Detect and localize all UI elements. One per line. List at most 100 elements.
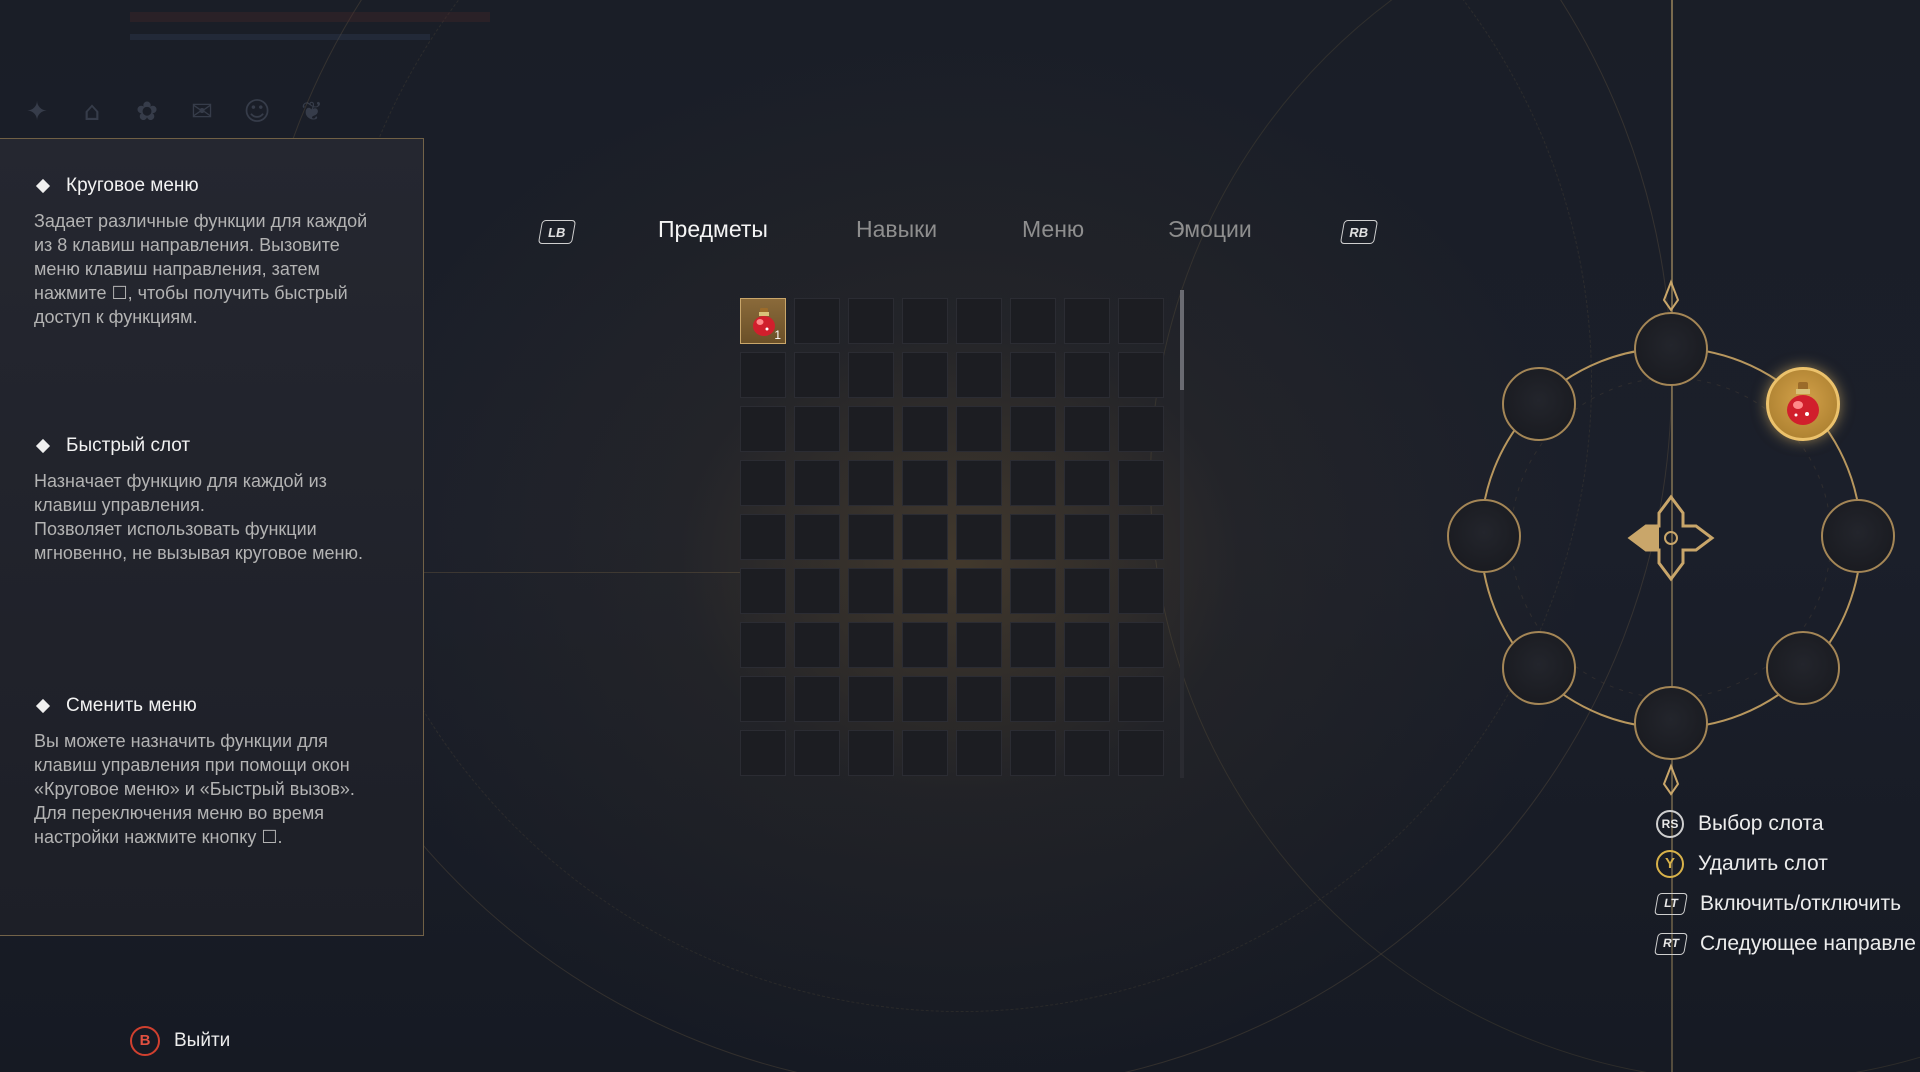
grid-scrollbar[interactable]	[1180, 290, 1184, 778]
grid-slot[interactable]	[740, 676, 786, 722]
grid-slot[interactable]	[1118, 676, 1164, 722]
grid-slot[interactable]	[848, 298, 894, 344]
grid-slot[interactable]	[902, 406, 948, 452]
grid-slot[interactable]	[956, 676, 1002, 722]
grid-slot[interactable]	[956, 622, 1002, 668]
exit-button[interactable]: B Выйти	[130, 1026, 230, 1056]
grid-slot[interactable]	[956, 514, 1002, 560]
control-hint-toggle[interactable]: LT Включить/отключить	[1654, 884, 1920, 924]
grid-slot[interactable]: 1	[740, 298, 786, 344]
grid-slot[interactable]	[1118, 460, 1164, 506]
grid-slot[interactable]	[794, 730, 840, 776]
grid-slot[interactable]	[902, 514, 948, 560]
lb-button[interactable]: LB	[537, 220, 577, 244]
grid-slot[interactable]	[956, 730, 1002, 776]
tab-menu[interactable]: Меню	[1022, 216, 1084, 243]
tab-emotes[interactable]: Эмоции	[1168, 216, 1252, 243]
grid-slot[interactable]	[956, 406, 1002, 452]
control-hint-next-direction[interactable]: RT Следующее направле	[1654, 924, 1920, 964]
control-label: Включить/отключить	[1700, 892, 1902, 915]
grid-slot[interactable]	[794, 298, 840, 344]
grid-slot[interactable]	[740, 406, 786, 452]
hud-bar	[130, 12, 490, 22]
radial-slot-left[interactable]	[1447, 499, 1521, 573]
scroll-thumb[interactable]	[1180, 290, 1184, 390]
grid-slot[interactable]	[740, 514, 786, 560]
grid-slot[interactable]	[902, 298, 948, 344]
grid-slot[interactable]	[1010, 352, 1056, 398]
grid-slot[interactable]	[794, 568, 840, 614]
grid-slot[interactable]	[848, 352, 894, 398]
tab-skills[interactable]: Навыки	[856, 216, 937, 243]
grid-slot[interactable]	[1064, 568, 1110, 614]
hud-home-icon: ⌂	[83, 97, 101, 127]
grid-slot[interactable]	[1010, 514, 1056, 560]
grid-slot[interactable]	[848, 568, 894, 614]
rb-button[interactable]: RB	[1339, 220, 1379, 244]
grid-slot[interactable]	[1010, 622, 1056, 668]
radial-slot-down-left[interactable]	[1502, 631, 1576, 705]
grid-slot[interactable]	[902, 568, 948, 614]
grid-slot[interactable]	[740, 622, 786, 668]
grid-slot[interactable]	[956, 352, 1002, 398]
radial-slot-up-right[interactable]	[1766, 367, 1840, 441]
grid-slot[interactable]	[794, 676, 840, 722]
grid-slot[interactable]	[794, 514, 840, 560]
grid-slot[interactable]	[902, 622, 948, 668]
grid-slot[interactable]	[956, 568, 1002, 614]
radial-slot-up-left[interactable]	[1502, 367, 1576, 441]
radial-slot-down-right[interactable]	[1766, 631, 1840, 705]
grid-slot[interactable]	[1118, 730, 1164, 776]
tab-items[interactable]: Предметы	[658, 216, 768, 243]
radial-slot-down[interactable]	[1634, 686, 1708, 760]
grid-slot[interactable]	[1118, 514, 1164, 560]
control-label: Удалить слот	[1698, 852, 1828, 875]
grid-slot[interactable]	[1064, 676, 1110, 722]
grid-slot[interactable]	[1064, 622, 1110, 668]
grid-slot[interactable]	[902, 676, 948, 722]
grid-slot[interactable]	[848, 730, 894, 776]
grid-slot[interactable]	[848, 406, 894, 452]
radial-slot-right[interactable]	[1821, 499, 1895, 573]
grid-slot[interactable]	[848, 514, 894, 560]
grid-slot[interactable]	[1118, 406, 1164, 452]
grid-slot[interactable]	[740, 730, 786, 776]
grid-slot[interactable]	[848, 460, 894, 506]
grid-slot[interactable]	[740, 568, 786, 614]
grid-slot[interactable]	[794, 352, 840, 398]
grid-slot[interactable]	[1010, 568, 1056, 614]
rs-button-icon: RS	[1656, 810, 1684, 838]
grid-slot[interactable]	[848, 622, 894, 668]
grid-slot[interactable]	[794, 460, 840, 506]
grid-slot[interactable]	[1010, 730, 1056, 776]
grid-slot[interactable]	[1118, 622, 1164, 668]
grid-slot[interactable]	[848, 676, 894, 722]
diamond-bullet-icon	[35, 178, 51, 194]
grid-slot[interactable]	[1118, 568, 1164, 614]
grid-slot[interactable]	[1010, 298, 1056, 344]
grid-slot[interactable]	[1064, 406, 1110, 452]
grid-slot[interactable]	[902, 730, 948, 776]
grid-slot[interactable]	[1010, 460, 1056, 506]
grid-slot[interactable]	[794, 622, 840, 668]
grid-slot[interactable]	[1064, 352, 1110, 398]
grid-slot[interactable]	[956, 298, 1002, 344]
grid-slot[interactable]	[956, 460, 1002, 506]
grid-slot[interactable]	[1010, 406, 1056, 452]
grid-slot[interactable]	[1064, 298, 1110, 344]
grid-slot[interactable]	[1064, 514, 1110, 560]
grid-slot[interactable]	[740, 352, 786, 398]
grid-slot[interactable]	[1118, 352, 1164, 398]
control-hint-delete-slot[interactable]: Y Удалить слот	[1656, 844, 1920, 884]
info-title: Круговое меню	[34, 175, 374, 197]
grid-slot[interactable]	[902, 352, 948, 398]
grid-slot[interactable]	[1010, 676, 1056, 722]
grid-slot[interactable]	[740, 460, 786, 506]
grid-slot[interactable]	[794, 406, 840, 452]
radial-slot-up[interactable]	[1634, 312, 1708, 386]
grid-slot[interactable]	[902, 460, 948, 506]
grid-slot[interactable]	[1064, 460, 1110, 506]
grid-slot[interactable]	[1064, 730, 1110, 776]
control-hint-select-slot[interactable]: RS Выбор слота	[1656, 804, 1920, 844]
grid-slot[interactable]	[1118, 298, 1164, 344]
